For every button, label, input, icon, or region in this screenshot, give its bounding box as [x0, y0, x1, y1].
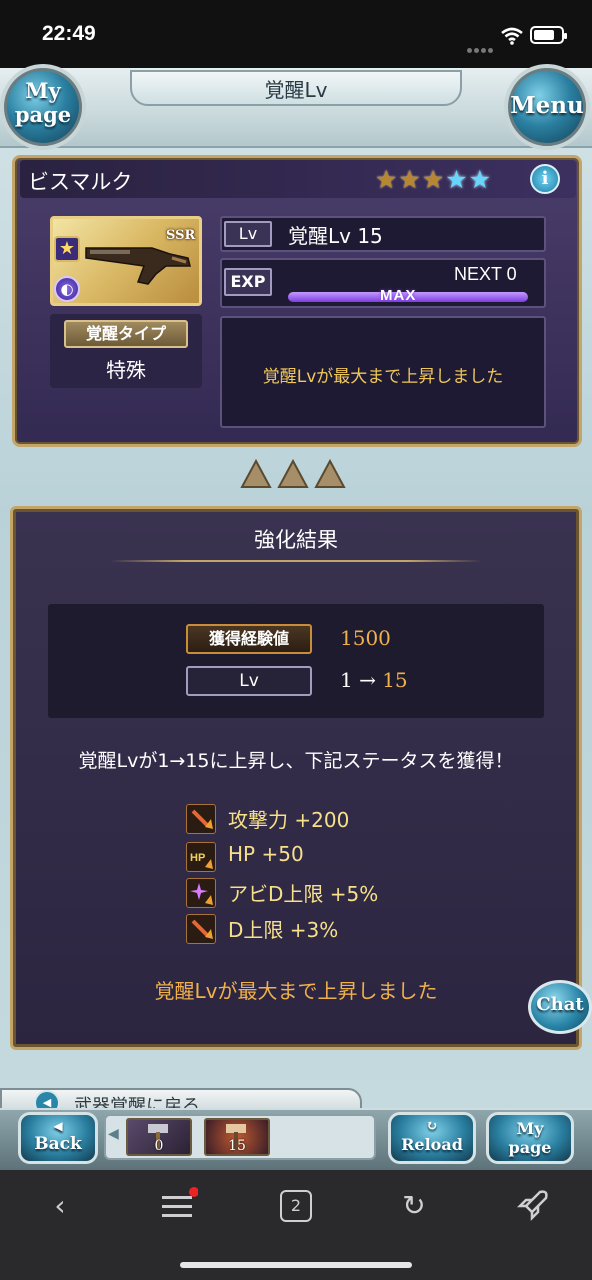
blue-stars-icon: ★★ [445, 165, 493, 194]
character-name: ビスマルク [28, 170, 133, 194]
stat-row: アビD上限 +5% [186, 878, 486, 908]
back-arrow-icon: ◀ [53, 1119, 63, 1133]
my-page-label-2: page [14, 102, 72, 127]
tray-left-arrow-icon[interactable]: ◀ [108, 1126, 122, 1146]
svg-text:HP: HP [190, 852, 205, 864]
exp-gain-value: 1500 [340, 626, 391, 650]
reload-icon: ↻ [426, 1118, 438, 1134]
down-arrows-icon [240, 458, 346, 488]
attack-up-icon [186, 804, 216, 834]
hp-up-icon: HP [186, 842, 216, 872]
awakening-type-value: 特殊 [106, 358, 146, 382]
my-page-button[interactable]: My page [0, 64, 86, 150]
result-summary-text: 覚醒Lvが1→15に上昇し、下記ステータスを獲得！ [78, 750, 514, 772]
my-page-toolbar-label-1: My [516, 1119, 544, 1138]
ssr-badge: SSR [166, 228, 196, 243]
element-star-icon: ★ [54, 236, 80, 262]
result-divider [110, 560, 482, 562]
browser-tabs-button[interactable]: 2 [276, 1186, 316, 1226]
chat-button[interactable]: Chat [528, 980, 592, 1034]
ability-damage-cap-icon [186, 878, 216, 908]
result-panel [10, 506, 582, 1050]
gold-stars-icon: ★★★ [375, 165, 446, 194]
exp-tag: EXP [224, 268, 272, 296]
reload-label: Reload [401, 1135, 463, 1154]
exp-max-label: MAX [380, 287, 417, 304]
menu-label: Menu [510, 92, 584, 119]
back-label: Back [34, 1134, 82, 1154]
my-page-toolbar-label-2: page [508, 1138, 552, 1157]
final-message: 覚醒Lvが最大まで上昇しました [154, 979, 438, 1003]
tabs-count: 2 [280, 1190, 312, 1222]
home-indicator [180, 1262, 412, 1268]
stat-label: 攻撃力 +200 [228, 808, 350, 832]
stat-row: D上限 +3% [186, 914, 486, 944]
tray-item-hammer-special[interactable]: 15 [204, 1118, 270, 1156]
awakening-level-value: 覚醒Lv 15 [288, 224, 383, 248]
battery-icon [530, 26, 567, 44]
level-to: 15 [382, 668, 408, 692]
reload-button[interactable]: ↻ Reload [388, 1112, 476, 1164]
tray-item-hammer[interactable]: 0 [126, 1118, 192, 1156]
tray-item-count: 15 [228, 1138, 246, 1154]
awakening-type-label: 覚醒タイプ [64, 320, 188, 348]
result-title: 強化結果 [254, 528, 338, 552]
back-button[interactable]: ◀ Back [18, 1112, 98, 1164]
wifi-icon [501, 27, 523, 45]
stat-label: D上限 +3% [228, 918, 339, 942]
level-tag: Lv [224, 221, 272, 247]
stat-label: HP +50 [228, 842, 304, 866]
status-time: 22:49 [42, 22, 96, 45]
max-level-message: 覚醒Lvが最大まで上昇しました [262, 367, 504, 387]
page-title: 覚醒Lv [264, 78, 328, 102]
signal-dots-icon [467, 38, 495, 53]
my-page-label-1: My [25, 78, 61, 103]
weapon-type-icon: ◐ [54, 276, 80, 302]
stat-row: 攻撃力 +200 [186, 804, 486, 834]
info-icon[interactable]: i [530, 164, 560, 194]
stat-row: HP HP +50 [186, 842, 486, 872]
damage-cap-icon [186, 914, 216, 944]
level-from: 1 → [340, 668, 383, 692]
tray-item-count: 0 [154, 1138, 164, 1154]
level-change-value: 1 → 15 [340, 668, 408, 692]
rarity-stars: ★★★★★ [375, 165, 492, 194]
gun-icon [85, 247, 191, 285]
my-page-toolbar-button[interactable]: My page [486, 1112, 574, 1164]
rocket-icon[interactable] [512, 1186, 552, 1226]
exp-gain-label: 獲得経験値 [186, 624, 312, 654]
browser-reload-icon[interactable]: ↻ [394, 1186, 434, 1226]
level-change-label: Lv [186, 666, 312, 696]
browser-back-icon[interactable]: ‹ [40, 1186, 80, 1226]
result-summary-box [48, 604, 544, 718]
menu-button[interactable]: Menu [504, 64, 590, 150]
next-exp-label: NEXT 0 [454, 264, 517, 284]
browser-menu-icon[interactable] [158, 1186, 199, 1226]
stat-label: アビD上限 +5% [228, 882, 379, 906]
